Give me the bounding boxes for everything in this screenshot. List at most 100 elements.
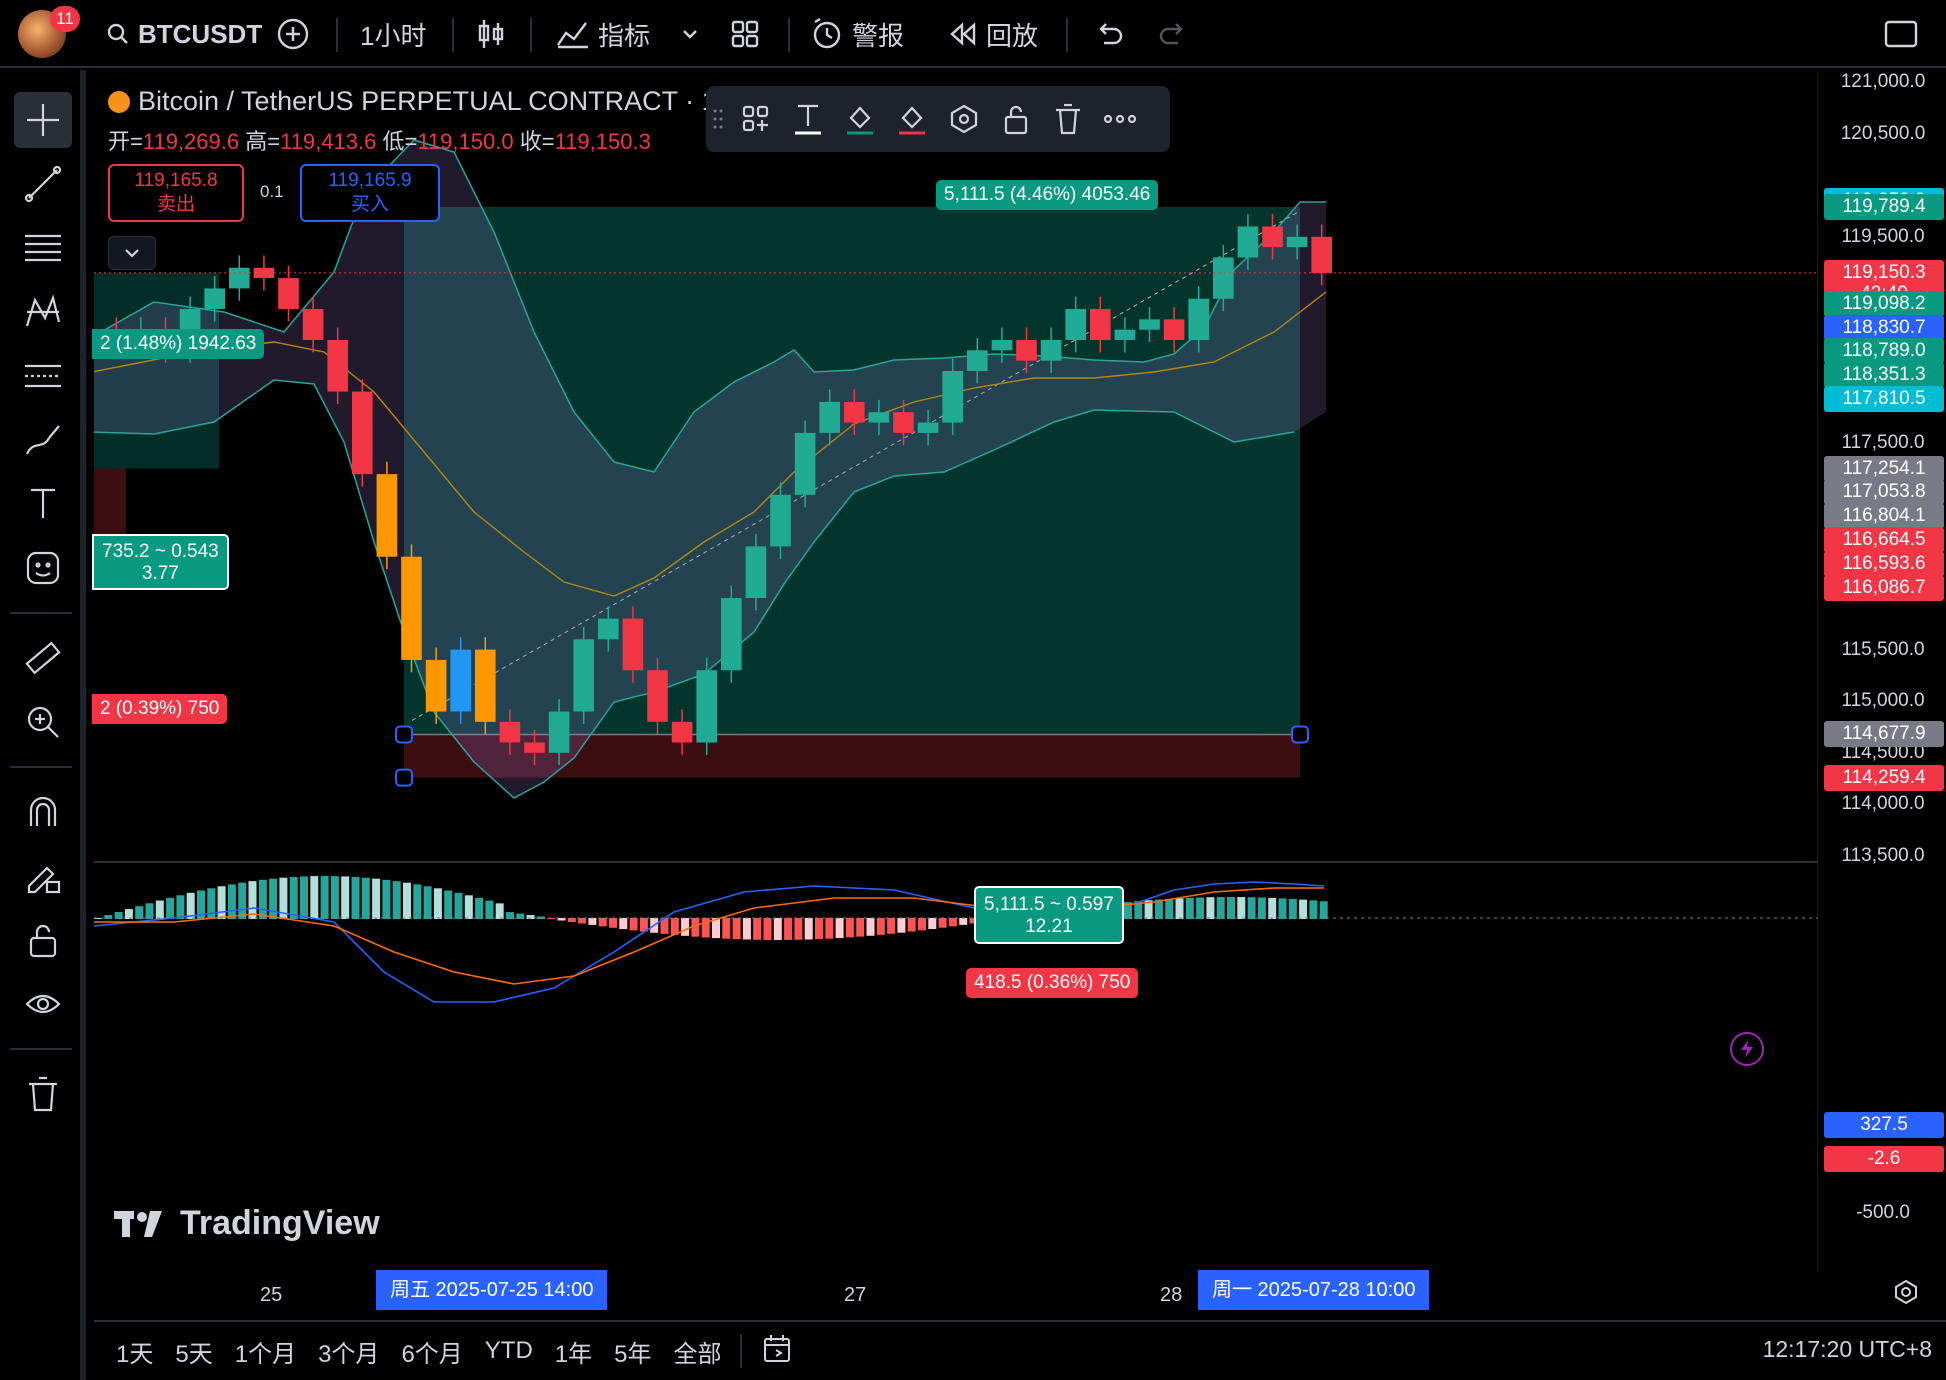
crosshair-tool[interactable] <box>14 92 72 148</box>
macd-histogram-bar <box>155 900 164 919</box>
left-target-label[interactable]: 2 (1.48%) 1942.63 <box>92 329 265 359</box>
magnet-tool[interactable] <box>14 784 72 840</box>
layouts-button[interactable] <box>730 12 760 56</box>
symbol-search-button[interactable]: BTCUSDT <box>106 12 262 56</box>
drag-handle-point <box>395 768 413 787</box>
macd-histogram-bar <box>227 884 236 919</box>
chart-area[interactable]: Bitcoin / TetherUS PERPETUAL CONTRACT · … <box>92 71 1946 1380</box>
toolbar-divider <box>530 18 532 52</box>
left-stop-label[interactable]: 2 (0.39%) 750 <box>92 694 228 724</box>
text-color-button[interactable] <box>782 93 834 145</box>
legend-collapse-button[interactable] <box>108 236 156 270</box>
range-all[interactable]: 全部 <box>674 1334 722 1369</box>
profit-color-button[interactable] <box>834 93 886 145</box>
range-1d[interactable]: 1天 <box>116 1334 153 1369</box>
lock-all-tool[interactable] <box>14 912 72 968</box>
remove-drawings-tool[interactable] <box>14 1066 72 1122</box>
loss-color-button[interactable] <box>886 93 938 145</box>
price-axis[interactable]: 121,000.0 120,500.0 119,500.0 117,500.0 115,… <box>1818 71 1946 1082</box>
interval-button[interactable]: 1小时 <box>360 12 426 56</box>
price-level-label: 118,830.7 <box>1824 314 1944 341</box>
left-center-label[interactable]: 735.2 ~ 0.543 3.77 <box>92 534 229 590</box>
candle-body <box>893 412 914 433</box>
left-center-line1: 735.2 ~ 0.543 <box>102 541 219 562</box>
brush-tool[interactable] <box>14 412 72 468</box>
price-tick-label: 115,500.0 <box>1841 638 1925 660</box>
hexagon-settings-icon <box>950 104 978 134</box>
hide-drawings-tool[interactable] <box>14 976 72 1032</box>
clock[interactable]: 12:17:20 UTC+8 <box>1763 1336 1932 1363</box>
trend-line-tool[interactable] <box>14 156 72 212</box>
buy-button[interactable]: 119,165.9 买入 <box>300 164 440 222</box>
compare-symbol-button[interactable] <box>276 12 310 56</box>
price-chart[interactable] <box>94 72 1946 1380</box>
bitcoin-logo-icon <box>108 90 130 113</box>
candle-body <box>1065 309 1086 340</box>
range-1y[interactable]: 1年 <box>555 1334 592 1369</box>
lock-drawing-tool[interactable] <box>14 848 72 904</box>
rewind-icon <box>950 22 976 46</box>
undo-button[interactable] <box>1094 12 1124 56</box>
indicators-dropdown[interactable] <box>680 12 700 56</box>
fib-tool[interactable] <box>14 220 72 276</box>
price-level-label: 116,593.6 <box>1824 550 1944 577</box>
range-5d[interactable]: 5天 <box>175 1334 212 1369</box>
redo-button[interactable] <box>1158 12 1188 56</box>
delete-button[interactable] <box>1042 93 1094 145</box>
goto-date-button[interactable] <box>762 1333 794 1369</box>
candle-body <box>475 649 496 722</box>
forecast-tool[interactable] <box>14 348 72 404</box>
macd-histogram-bar <box>578 918 587 924</box>
range-ytd[interactable]: YTD <box>485 1337 533 1365</box>
text-tool[interactable] <box>14 476 72 532</box>
drawing-properties-toolbar <box>706 86 1170 152</box>
emoji-tool[interactable] <box>14 540 72 596</box>
stop-label[interactable]: 418.5 (0.36%) 750 <box>966 968 1139 998</box>
zoom-tool[interactable] <box>14 694 72 750</box>
macd-histogram-bar <box>567 918 576 923</box>
price-tick-label: 113,500.0 <box>1841 845 1925 866</box>
more-button[interactable] <box>1094 93 1146 145</box>
lock-button[interactable] <box>990 93 1042 145</box>
macd-histogram-bar <box>1237 897 1246 919</box>
candle-body <box>917 422 939 433</box>
trash-icon <box>29 1076 57 1112</box>
macd-histogram-bar <box>248 881 257 919</box>
templates-button[interactable] <box>730 93 782 145</box>
replay-button[interactable]: 回放 <box>948 12 1038 56</box>
range-3m[interactable]: 3个月 <box>318 1334 379 1369</box>
drag-handle[interactable] <box>706 93 730 145</box>
alert-button[interactable]: 警报 <box>810 12 904 56</box>
range-1m[interactable]: 1个月 <box>235 1334 296 1369</box>
forecast-icon <box>25 364 61 388</box>
smiley-icon <box>26 551 60 585</box>
settings-button[interactable] <box>938 93 990 145</box>
lightning-button[interactable] <box>1730 1032 1764 1066</box>
candle-body <box>721 598 742 671</box>
position-center-label[interactable]: 5,111.5 ~ 0.597 12.21 <box>974 886 1124 944</box>
sell-button[interactable]: 119,165.8 卖出 <box>108 164 244 222</box>
fullscreen-button[interactable] <box>1884 12 1918 56</box>
macd-histogram-bar <box>300 876 308 919</box>
macd-axis[interactable]: 327.5 -2.6 -500.0 <box>1818 1082 1946 1348</box>
macd-histogram-bar <box>351 876 360 919</box>
axis-settings-button[interactable] <box>1892 1278 1920 1310</box>
macd-histogram-bar <box>866 918 875 936</box>
time-label-25: 25 <box>260 1284 283 1306</box>
pattern-tool[interactable] <box>14 284 72 340</box>
chart-type-button[interactable] <box>476 12 506 56</box>
candle-body <box>991 340 1013 351</box>
price-level-label: 117,254.1 <box>1824 455 1944 482</box>
macd-histogram-bar <box>495 903 504 919</box>
measure-tool[interactable] <box>14 630 72 686</box>
macd-histogram-bar <box>681 918 690 936</box>
toolbar-divider <box>739 1334 742 1368</box>
range-5y[interactable]: 5年 <box>614 1334 651 1369</box>
candle-body <box>647 670 668 722</box>
indicators-button[interactable]: 指标 <box>556 12 650 56</box>
macd-histogram-bar <box>145 903 154 919</box>
range-6m[interactable]: 6个月 <box>401 1334 462 1369</box>
target-label[interactable]: 5,111.5 (4.46%) 4053.46 <box>936 180 1159 210</box>
macd-histogram-bar <box>217 886 226 919</box>
open-value: 119,269.6 <box>142 129 240 154</box>
